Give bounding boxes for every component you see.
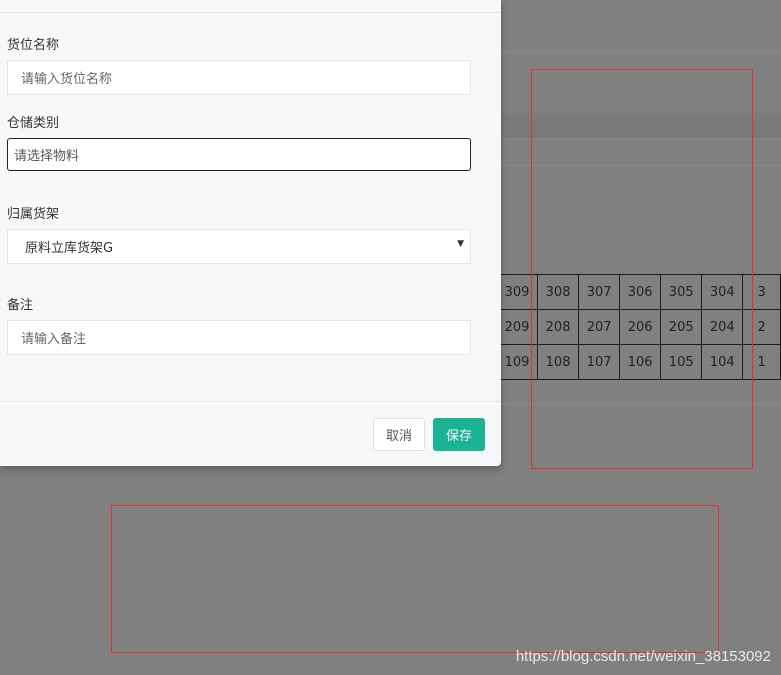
remarks-input[interactable]: 请输入备注 bbox=[7, 320, 471, 355]
save-button[interactable]: 保存 bbox=[433, 418, 485, 451]
annotation-box bbox=[111, 505, 719, 653]
shelf-selected-value: 原料立库货架G bbox=[25, 241, 114, 256]
annotation-box bbox=[531, 69, 753, 469]
shelf-select[interactable]: 原料立库货架G ▼ bbox=[7, 229, 471, 264]
caret-down-icon: ▼ bbox=[457, 239, 464, 249]
remarks-label: 备注 bbox=[7, 298, 34, 313]
location-name-label: 货位名称 bbox=[7, 38, 60, 53]
cancel-button[interactable]: 取消 bbox=[373, 418, 425, 451]
background-divider bbox=[500, 52, 781, 53]
edit-location-modal: 货位名称 请输入货位名称 仓储类别 请选择物料 归属货架 原料立库货架G ▼ 备… bbox=[0, 0, 501, 466]
watermark: https://blog.csdn.net/weixin_38153092 bbox=[515, 648, 771, 665]
storage-category-label: 仓储类别 bbox=[7, 116, 60, 131]
shelf-label: 归属货架 bbox=[7, 207, 60, 222]
modal-header-divider bbox=[0, 12, 501, 13]
storage-category-input[interactable]: 请选择物料 bbox=[7, 138, 471, 171]
location-name-input[interactable]: 请输入货位名称 bbox=[7, 60, 471, 95]
modal-footer-divider bbox=[0, 401, 501, 402]
